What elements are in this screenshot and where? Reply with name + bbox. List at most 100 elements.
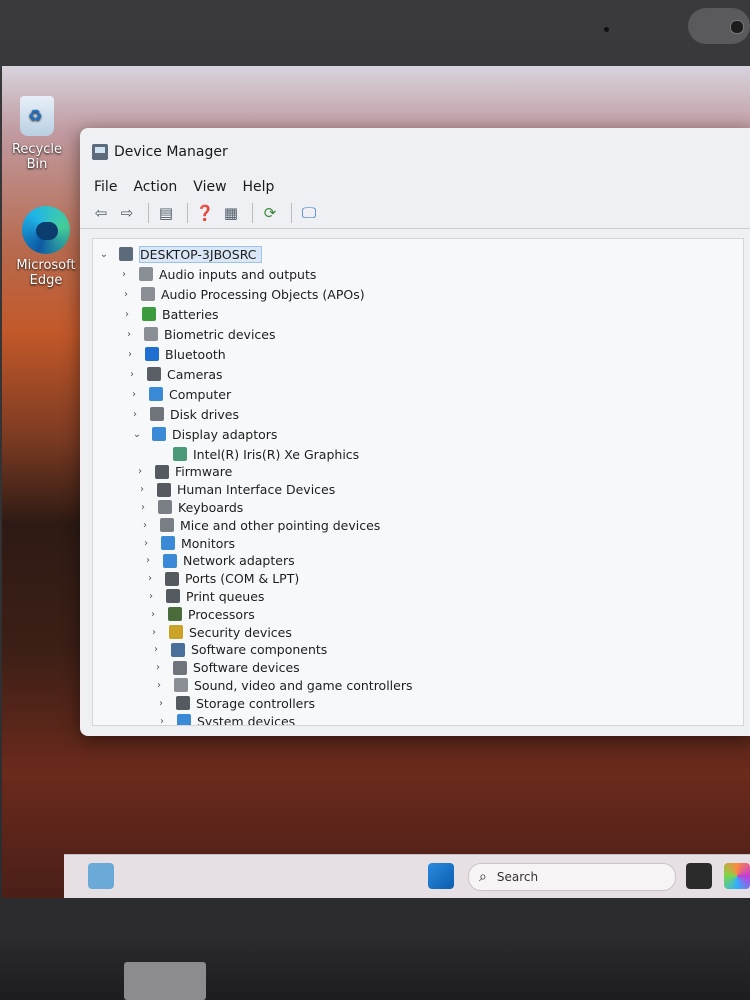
chevron-right-icon[interactable]: › bbox=[145, 573, 155, 584]
back-arrow-icon[interactable]: ⇦ bbox=[90, 202, 112, 224]
root-label: DESKTOP-3JBOSRC bbox=[139, 245, 262, 263]
category-item[interactable]: › Human Interface Devices bbox=[137, 481, 335, 499]
category-item[interactable]: › Software devices bbox=[153, 659, 300, 677]
recycle-bin-shortcut[interactable]: ♻ Recycle Bin bbox=[2, 96, 72, 172]
device-category-icon bbox=[149, 387, 163, 401]
device-category-icon bbox=[152, 427, 166, 441]
start-windows-icon[interactable] bbox=[428, 863, 454, 889]
chevron-right-icon[interactable]: › bbox=[156, 698, 166, 709]
chevron-right-icon[interactable]: › bbox=[121, 289, 131, 300]
edge-label-line1: Microsoft bbox=[16, 258, 76, 273]
category-item[interactable]: › Audio inputs and outputs bbox=[119, 265, 316, 283]
forward-arrow-icon[interactable]: ⇨ bbox=[116, 202, 138, 224]
tree-item-label: Batteries bbox=[162, 306, 219, 322]
root-node[interactable]: ⌄ DESKTOP-3JBOSRC bbox=[99, 245, 262, 263]
menu-action[interactable]: Action bbox=[133, 179, 177, 195]
category-item[interactable]: › Software components bbox=[151, 641, 327, 659]
update-driver-icon[interactable]: ⟳ bbox=[259, 202, 281, 224]
device-category-icon bbox=[145, 347, 159, 361]
search-placeholder: Search bbox=[496, 870, 539, 884]
chevron-right-icon[interactable]: › bbox=[125, 349, 135, 360]
category-item[interactable]: › Sound, video and game controllers bbox=[154, 676, 413, 694]
category-item[interactable]: › Storage controllers bbox=[156, 694, 315, 712]
camera-led bbox=[604, 27, 609, 32]
device-category-icon bbox=[155, 464, 169, 479]
device-category-icon bbox=[144, 327, 158, 341]
menu-view[interactable]: View bbox=[193, 179, 226, 195]
chevron-right-icon[interactable]: › bbox=[129, 389, 139, 400]
chevron-right-icon[interactable]: › bbox=[146, 591, 156, 602]
category-item[interactable]: › Firmware bbox=[135, 463, 232, 481]
chevron-right-icon[interactable]: › bbox=[119, 269, 129, 280]
chevron-right-icon[interactable]: › bbox=[124, 329, 134, 340]
toolbar: ⇦ ⇨ ▤ ❓ ▦ ⟳ 🖵 bbox=[80, 198, 750, 229]
category-item[interactable]: › Print queues bbox=[146, 587, 264, 605]
category-item[interactable]: › Mice and other pointing devices bbox=[140, 516, 380, 534]
chevron-right-icon[interactable]: › bbox=[135, 466, 145, 477]
chevron-down-icon[interactable]: ⌄ bbox=[132, 429, 142, 440]
menu-help[interactable]: Help bbox=[243, 179, 275, 195]
category-item[interactable]: › Batteries bbox=[122, 305, 219, 323]
toolbar-separator bbox=[148, 203, 149, 223]
tree-item-label: Security devices bbox=[189, 624, 292, 640]
chevron-right-icon[interactable]: › bbox=[157, 716, 167, 726]
category-item[interactable]: › Keyboards bbox=[138, 498, 243, 516]
copilot-icon[interactable] bbox=[724, 863, 750, 889]
chevron-right-icon[interactable]: › bbox=[154, 680, 164, 691]
chevron-right-icon[interactable]: › bbox=[149, 627, 159, 638]
device-category-icon bbox=[177, 714, 191, 725]
category-item[interactable]: › Monitors bbox=[141, 534, 235, 552]
toolbar-separator bbox=[291, 203, 292, 223]
category-item[interactable]: ⌄ Display adaptors bbox=[132, 425, 278, 443]
category-item[interactable]: › Security devices bbox=[149, 623, 292, 641]
category-item[interactable]: › Cameras bbox=[127, 365, 223, 383]
taskbar-search[interactable]: ⌕ Search bbox=[468, 863, 676, 891]
chevron-right-icon[interactable]: › bbox=[153, 662, 163, 673]
chevron-right-icon[interactable]: › bbox=[137, 484, 147, 495]
webcam-lens bbox=[730, 20, 744, 34]
device-category-icon bbox=[173, 660, 187, 675]
category-item[interactable]: › System devices bbox=[157, 712, 295, 726]
category-item[interactable]: › Disk drives bbox=[130, 405, 239, 423]
chevron-right-icon[interactable]: › bbox=[148, 609, 158, 620]
taskbar: ⌕ Search bbox=[64, 854, 750, 898]
chevron-right-icon[interactable]: › bbox=[141, 538, 151, 549]
screen: ♻ Recycle Bin Microsoft Edge Device Mana… bbox=[2, 66, 750, 898]
device-category-icon bbox=[176, 696, 190, 711]
category-item[interactable]: › Audio Processing Objects (APOs) bbox=[121, 285, 365, 303]
chevron-right-icon[interactable]: › bbox=[140, 520, 150, 531]
category-item[interactable]: › Processors bbox=[148, 605, 255, 623]
device-category-icon bbox=[157, 482, 171, 497]
chevron-right-icon[interactable]: › bbox=[130, 409, 140, 420]
recycle-bin-label: Recycle Bin bbox=[11, 142, 63, 172]
chevron-right-icon[interactable]: › bbox=[127, 369, 137, 380]
chevron-right-icon[interactable]: › bbox=[143, 555, 153, 566]
properties-icon[interactable]: ▤ bbox=[155, 202, 177, 224]
device-category-icon bbox=[168, 607, 182, 622]
category-item[interactable]: › Biometric devices bbox=[124, 325, 276, 343]
device-category-icon bbox=[147, 367, 161, 381]
tree-item-label: Audio inputs and outputs bbox=[159, 266, 317, 282]
category-item[interactable]: › Ports (COM & LPT) bbox=[145, 570, 299, 588]
device-item[interactable]: Intel(R) Iris(R) Xe Graphics bbox=[173, 445, 359, 463]
chevron-down-icon[interactable]: ⌄ bbox=[99, 249, 109, 260]
show-hidden-icon[interactable]: ▦ bbox=[220, 202, 242, 224]
pinned-app-icon[interactable] bbox=[686, 863, 712, 889]
title-bar[interactable]: Device Manager bbox=[80, 128, 750, 176]
category-item[interactable]: › Computer bbox=[129, 385, 231, 403]
chevron-right-icon[interactable]: › bbox=[138, 502, 148, 513]
device-category-icon bbox=[158, 500, 172, 515]
category-item[interactable]: › Network adapters bbox=[143, 552, 295, 570]
category-item[interactable]: › Bluetooth bbox=[125, 345, 226, 363]
toolbar-separator bbox=[252, 203, 253, 223]
edge-shortcut[interactable]: Microsoft Edge bbox=[6, 206, 86, 288]
menu-file[interactable]: File bbox=[94, 179, 117, 195]
chevron-right-icon[interactable]: › bbox=[122, 309, 132, 320]
chevron-right-icon[interactable]: › bbox=[151, 644, 161, 655]
help-icon[interactable]: ❓ bbox=[194, 202, 216, 224]
device-category-icon bbox=[174, 678, 188, 693]
device-category-icon bbox=[171, 642, 185, 657]
widgets-icon[interactable] bbox=[88, 863, 114, 889]
tree-item-label: Cameras bbox=[167, 366, 223, 382]
scan-hardware-icon[interactable]: 🖵 bbox=[298, 202, 320, 224]
